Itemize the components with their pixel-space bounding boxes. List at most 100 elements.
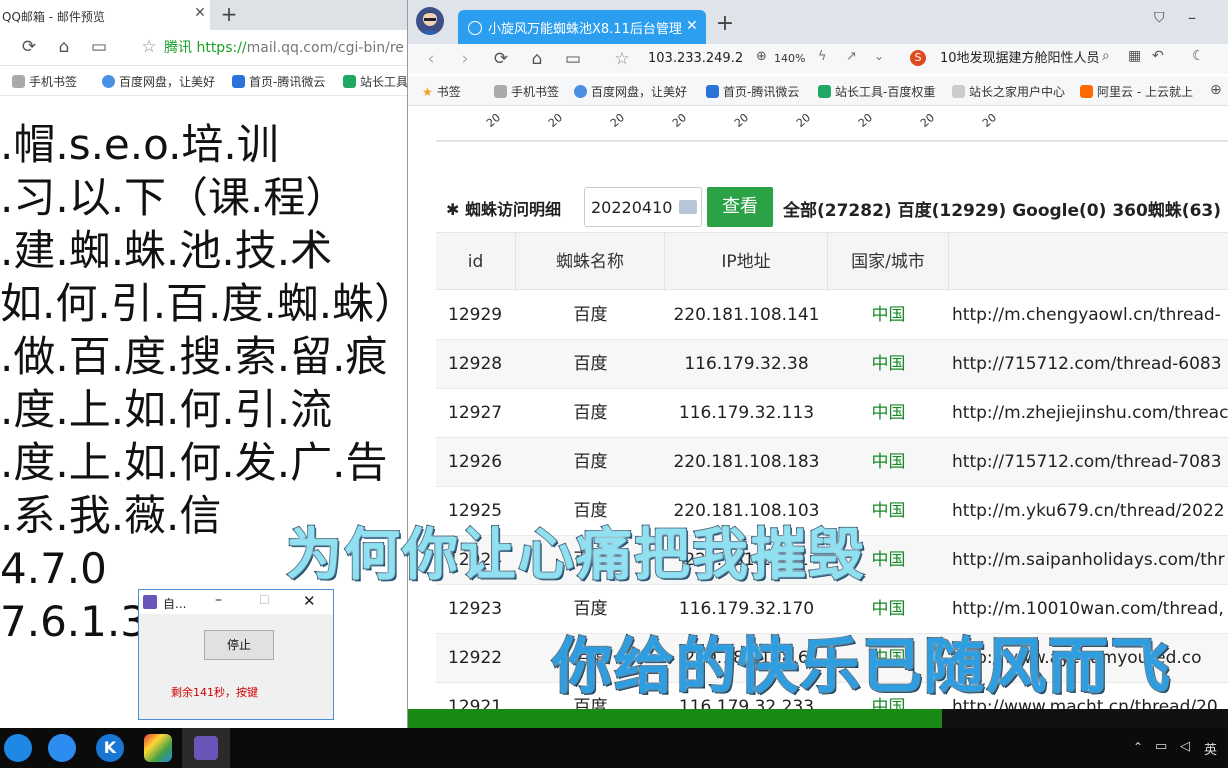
cell-url[interactable]: http://715712.com/thread-6083 [952, 340, 1228, 388]
close-icon[interactable]: ✕ [192, 5, 208, 23]
cell-url[interactable]: http://m.chengyaowl.cn/thread- [952, 291, 1228, 339]
document-line: .做.百.度.搜.索.留.痕 [0, 332, 388, 381]
scroll-progress-bar[interactable] [408, 709, 1228, 728]
star-icon[interactable]: ☆ [138, 36, 160, 58]
refresh-icon[interactable]: ⟳ [18, 36, 40, 58]
zoom-level[interactable]: 140% [774, 49, 805, 69]
minimize-icon[interactable]: – [215, 592, 222, 608]
cell-country: 中国 [871, 354, 906, 374]
bookmark-item[interactable]: ★ 书签 [422, 83, 461, 101]
weiyun-icon [232, 75, 245, 88]
right-address-bar[interactable]: 103.233.249.2 [648, 49, 743, 69]
cell-country: 中国 [871, 305, 906, 325]
search-input[interactable]: 10地发现据建方舱阳性人员 [940, 49, 1100, 69]
cell-url[interactable]: http://m.zhejiejinshu.com/threac [952, 389, 1228, 437]
chevron-down-icon[interactable]: ⌄ [874, 49, 884, 63]
gear-icon: ✱ [446, 200, 465, 219]
cell-url[interactable]: http://m.yku679.cn/thread/2022 [952, 487, 1228, 535]
date-input[interactable]: 20220410 [584, 187, 702, 227]
color-app-icon[interactable] [144, 734, 172, 762]
left-tab-bar: QQ邮箱 - 邮件预览 ✕ + [0, 0, 407, 30]
bookmark-item[interactable]: 首页-腾讯微云 [232, 73, 325, 91]
teamviewer-icon[interactable] [4, 734, 32, 762]
reader-icon[interactable]: ▭ [562, 48, 584, 70]
avatar[interactable] [416, 7, 444, 35]
globe-icon[interactable]: ⊕ [1210, 82, 1222, 98]
home-icon[interactable]: ⌂ [53, 36, 75, 58]
table-row: 12927 百度 116.179.32.113 中国 http://m.zhejieji… [436, 389, 1228, 438]
volume-icon[interactable]: ◁ [1180, 739, 1190, 754]
chevron-up-icon[interactable]: ⌃ [1133, 740, 1143, 754]
dialog-title: 自... [163, 597, 187, 611]
progress-fill [408, 709, 942, 728]
undo-icon[interactable]: ↶ [1152, 48, 1164, 64]
bookmark-item[interactable]: 阿里云 - 上云就上 [1080, 83, 1202, 101]
new-tab-button[interactable]: + [713, 12, 737, 36]
column-header[interactable]: id [436, 233, 516, 291]
aliyun-icon [1080, 85, 1093, 98]
grid-icon[interactable]: ▦ [1128, 48, 1141, 64]
bookmark-item[interactable]: 百度网盘，让美好 [574, 83, 687, 101]
right-tab-active[interactable]: 小旋风万能蜘蛛池X8.11后台管理 [458, 10, 706, 44]
calendar-icon[interactable] [679, 200, 697, 214]
query-button[interactable]: 查看 [707, 187, 773, 227]
axis-tick-label: 20 [546, 111, 566, 130]
new-tab-button[interactable]: + [218, 3, 240, 25]
qq-browser-icon[interactable] [48, 734, 76, 762]
globe-icon [468, 21, 482, 35]
table-row: 12928 百度 116.179.32.38 中国 http://715712.com/… [436, 340, 1228, 389]
close-icon[interactable]: ✕ [303, 592, 316, 610]
k-app-icon[interactable]: K [96, 734, 124, 762]
close-icon[interactable]: ✕ [686, 18, 698, 34]
forward-icon[interactable]: › [454, 48, 476, 70]
star-icon[interactable]: ☆ [611, 48, 633, 70]
bookmark-label: 站长工具 [360, 75, 407, 89]
left-tab[interactable]: QQ邮箱 - 邮件预览 [0, 0, 210, 30]
network-icon[interactable]: ▭ [1155, 739, 1167, 754]
back-icon[interactable]: ‹ [420, 48, 442, 70]
shirt-icon[interactable]: ⛉ [1154, 10, 1165, 26]
bookmark-item[interactable]: 站长工具-百度权重 [818, 83, 944, 101]
tools-icon [343, 75, 356, 88]
refresh-icon[interactable]: ⟳ [490, 48, 512, 70]
search-engine-icon[interactable]: S [910, 50, 926, 66]
cell-url[interactable]: http://715712.com/thread-7083 [952, 438, 1228, 486]
bookmark-item[interactable]: 手机书签 [12, 73, 77, 91]
home-icon[interactable]: ⌂ [526, 48, 548, 70]
bookmark-item[interactable]: 手机书签 [494, 83, 559, 101]
document-line: .度.上.如.何.引.流 [0, 385, 333, 434]
date-value: 20220410 [591, 198, 673, 217]
cell-ip: 116.179.32.38 [684, 354, 809, 374]
share-icon[interactable]: ↗ [846, 49, 857, 64]
search-icon[interactable]: ⌕ [1102, 48, 1110, 64]
stop-button[interactable]: 停止 [204, 630, 274, 660]
cell-id: 12927 [448, 403, 503, 423]
cell-ip: 116.179.32.113 [678, 403, 815, 423]
maximize-icon[interactable]: ☐ [259, 593, 270, 607]
minimize-icon[interactable]: – [1188, 8, 1196, 27]
bookmark-item[interactable]: 首页-腾讯微云 [706, 83, 799, 101]
column-header[interactable]: 国家/城市 [828, 233, 949, 291]
bookmark-item[interactable]: 百度网盘，让美好 [102, 73, 215, 91]
document-line: .度.上.如.何.发.广.告 [0, 438, 388, 487]
baidu-pan-icon [102, 75, 115, 88]
axis-tick-label: 20 [484, 111, 504, 130]
left-address-bar[interactable]: 腾讯 https://mail.qq.com/cgi-bin/re [164, 36, 407, 60]
active-task[interactable] [182, 728, 230, 768]
axis-tick-label: 20 [856, 111, 876, 130]
input-method-indicator[interactable]: 英 [1204, 739, 1217, 758]
cell-url[interactable]: http://m.saipanholidays.com/thr [952, 536, 1228, 584]
cell-id: 12922 [448, 648, 503, 668]
cell-id: 12923 [448, 599, 503, 619]
reader-icon[interactable]: ▭ [88, 36, 110, 58]
lightning-icon[interactable]: ϟ [818, 49, 827, 64]
column-header[interactable]: IP地址 [665, 233, 828, 291]
moon-icon[interactable]: ☾ [1192, 48, 1205, 64]
section-title-text: 蜘蛛访问明细 [464, 200, 561, 219]
column-header[interactable]: 蜘蛛名称 [516, 233, 665, 291]
column-header[interactable] [949, 233, 1228, 291]
bookmark-item[interactable]: 站长工具 [343, 73, 407, 91]
page-icon [952, 85, 965, 98]
bookmark-item[interactable]: 站长之家用户中心 [952, 83, 1070, 101]
left-tab-title: QQ邮箱 - 邮件预览 [2, 10, 105, 24]
